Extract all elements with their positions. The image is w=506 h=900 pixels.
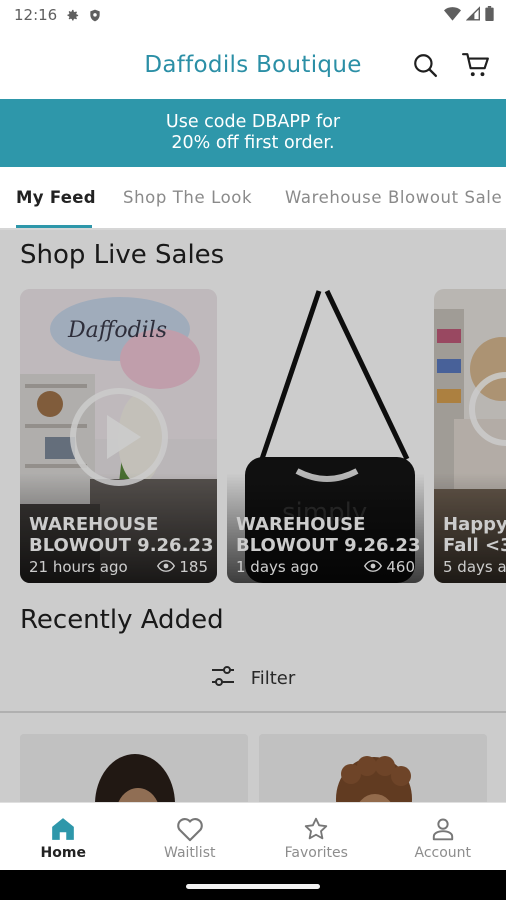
gesture-bar[interactable] bbox=[186, 884, 320, 889]
battery-icon bbox=[485, 6, 494, 25]
nav-favorites[interactable]: Favorites bbox=[253, 803, 380, 870]
status-right-group bbox=[444, 6, 494, 25]
status-time: 12:16 bbox=[14, 6, 58, 24]
heart-icon bbox=[176, 815, 204, 843]
eye-icon bbox=[364, 558, 383, 576]
promo-line-1: Use code DBAPP for bbox=[165, 112, 341, 132]
card-title: Happy Fall <3 bbox=[443, 514, 506, 556]
tab-my-feed[interactable]: My Feed bbox=[16, 188, 96, 207]
nav-favorites-label: Favorites bbox=[284, 845, 348, 861]
wifi-icon bbox=[444, 6, 461, 25]
promo-banner[interactable]: Use code DBAPP for 20% off first order. bbox=[0, 99, 506, 167]
star-icon bbox=[302, 815, 330, 843]
app-screen: 12:16 Daffodils Boutique Use code DBAPP … bbox=[0, 0, 506, 870]
nav-account[interactable]: Account bbox=[380, 803, 506, 870]
live-sale-card[interactable]: simply WAREHOUSE BLOWOUT 9.26.23 1 days … bbox=[227, 289, 424, 583]
feed-content[interactable]: Shop Live Sales Daffodils WAREHOUSE BLOW… bbox=[0, 230, 506, 802]
tab-warehouse-blowout-sale[interactable]: Warehouse Blowout Sale bbox=[285, 188, 502, 207]
card-time: 1 days ago bbox=[236, 558, 319, 576]
card-time: 21 hours ago bbox=[29, 558, 128, 576]
product-image bbox=[20, 734, 248, 802]
card-title: WAREHOUSE BLOWOUT 9.26.23 bbox=[29, 514, 214, 556]
card-time: 5 days a bbox=[443, 558, 506, 576]
filter-button[interactable]: Filter bbox=[0, 663, 506, 693]
card-view-count: 460 bbox=[386, 558, 415, 576]
bottom-nav: Home Waitlist Favorites Account bbox=[0, 802, 506, 870]
nav-waitlist-label: Waitlist bbox=[164, 845, 216, 861]
card-meta: 5 days a bbox=[443, 558, 506, 576]
product-card[interactable] bbox=[259, 734, 487, 802]
nav-home[interactable]: Home bbox=[0, 803, 127, 870]
card-meta: 1 days ago 460 bbox=[236, 558, 415, 576]
cart-icon[interactable] bbox=[461, 50, 491, 80]
sliders-icon bbox=[211, 665, 235, 692]
nav-home-label: Home bbox=[40, 845, 86, 861]
live-sales-title: Shop Live Sales bbox=[20, 240, 225, 270]
signal-icon bbox=[465, 6, 480, 25]
product-image bbox=[259, 734, 487, 802]
card-view-count: 185 bbox=[179, 558, 208, 576]
app-title: Daffodils Boutique bbox=[144, 52, 362, 78]
nav-waitlist[interactable]: Waitlist bbox=[127, 803, 254, 870]
card-meta: 21 hours ago 185 bbox=[29, 558, 208, 576]
card-views: 185 bbox=[157, 558, 208, 576]
tab-shop-the-look[interactable]: Shop The Look bbox=[123, 188, 252, 207]
gear-icon bbox=[65, 8, 80, 23]
filter-label: Filter bbox=[250, 667, 296, 689]
category-tabs: My Feed Shop The Look Warehouse Blowout … bbox=[0, 167, 506, 229]
svg-text:Daffodils: Daffodils bbox=[67, 318, 167, 343]
promo-line-2: 20% off first order. bbox=[171, 133, 335, 153]
recently-added-title: Recently Added bbox=[20, 605, 224, 635]
person-icon bbox=[429, 815, 457, 843]
status-bar: 12:16 bbox=[0, 0, 506, 30]
nav-account-label: Account bbox=[414, 845, 472, 861]
shield-icon bbox=[87, 8, 102, 23]
home-icon bbox=[49, 815, 77, 843]
app-header: Daffodils Boutique bbox=[0, 30, 506, 100]
product-card[interactable] bbox=[20, 734, 248, 802]
play-icon[interactable] bbox=[69, 387, 169, 491]
card-title: WAREHOUSE BLOWOUT 9.26.23 bbox=[236, 514, 421, 556]
live-sale-card[interactable]: Happy Fall <3 5 days a bbox=[434, 289, 506, 583]
live-sale-card[interactable]: Daffodils WAREHOUSE BLOWOUT 9.26.23 21 h… bbox=[20, 289, 217, 583]
search-icon[interactable] bbox=[410, 50, 440, 80]
card-views: 460 bbox=[364, 558, 415, 576]
eye-icon bbox=[157, 558, 176, 576]
content-divider bbox=[0, 711, 506, 713]
